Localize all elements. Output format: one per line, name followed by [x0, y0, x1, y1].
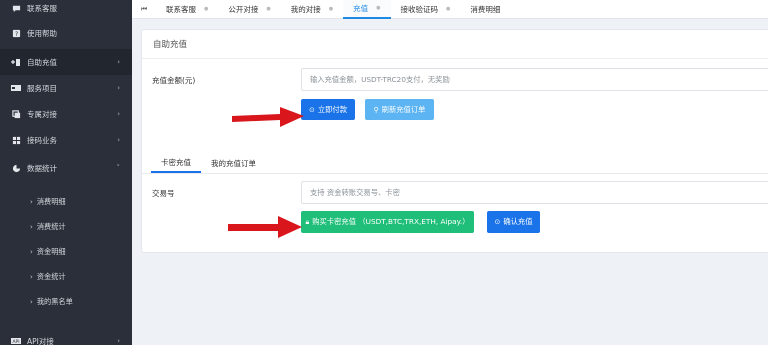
- sidebar-item-recharge[interactable]: 自助充值 ›: [0, 49, 132, 75]
- divider: [142, 173, 768, 174]
- sidebar-item-sms[interactable]: 接码业务 ›: [0, 127, 132, 153]
- refresh-orders-button[interactable]: ⚲ 刷新充值订单: [365, 99, 434, 120]
- sub-tab-label: 卡密充值: [161, 157, 191, 167]
- check-circle-icon: ⊙: [308, 105, 315, 114]
- grid-icon: [11, 135, 21, 145]
- sidebar: 联系客服 ? 使用帮助 自助充值 › 服务项目 › 专属对接 › 接码业务 ›: [0, 0, 132, 345]
- transaction-label: 交易号: [152, 189, 175, 198]
- sidebar-item-api[interactable]: API API对接 ›: [0, 328, 132, 345]
- sidebar-item-services[interactable]: 服务项目 ›: [0, 75, 132, 101]
- amount-input[interactable]: 输入充值金额，USDT-TRC20支付，无奖励: [301, 68, 768, 91]
- tab-label: 我的对接: [290, 4, 321, 14]
- tab-label: 消费明细: [470, 4, 501, 14]
- recharge-icon: [11, 57, 21, 67]
- recharge-sub-tabs: 卡密充值 我的充值订单: [151, 153, 266, 173]
- sub-tab-label: 我的充值订单: [211, 158, 256, 168]
- dot-icon: ●: [204, 6, 209, 12]
- tab-consumption-detail[interactable]: 消费明细: [460, 0, 510, 19]
- pay-now-label: 立即付款: [317, 104, 348, 114]
- red-arrow-icon: [228, 216, 302, 238]
- top-tab-bar: ⏮ 联系客服 ● 公开对接 ● 我的对接 ● 充值 ● 接收验证码 ● 消费明细: [132, 0, 768, 19]
- tab-my-orders[interactable]: 我的充值订单: [201, 153, 266, 173]
- chevron-right-icon: ›: [30, 297, 33, 306]
- sidebar-item-label: 使用帮助: [27, 28, 57, 38]
- stats-icon: [11, 163, 21, 173]
- chevron-right-icon: ›: [117, 136, 120, 144]
- sidebar-item-label: 自助充值: [27, 57, 57, 67]
- dot-icon: ●: [376, 5, 381, 11]
- sidebar-subitem-label: 资金统计: [36, 271, 66, 281]
- tab-receive-code[interactable]: 接收验证码 ●: [391, 0, 461, 19]
- api-icon: API: [11, 336, 21, 345]
- tab-label: 公开对接: [228, 4, 259, 14]
- dot-icon: ●: [266, 6, 271, 12]
- sidebar-item-stats[interactable]: 数据统计 ˅: [0, 153, 132, 183]
- check-circle-icon: ⊙: [494, 218, 501, 226]
- sidebar-subitem-funds-stats[interactable]: › 资金统计: [0, 264, 132, 289]
- sidebar-subitem-consumption-detail[interactable]: › 消费明细: [0, 189, 132, 214]
- chevron-right-icon: ›: [30, 197, 33, 206]
- chevron-right-icon: ›: [30, 272, 33, 281]
- sidebar-item-dedicated[interactable]: 专属对接 ›: [0, 101, 132, 127]
- tab-label: 充值: [353, 3, 369, 13]
- pay-now-button[interactable]: ⊙ 立即付款: [301, 99, 355, 120]
- confirm-recharge-button[interactable]: ⊙ 确认充值: [487, 211, 540, 233]
- panel-title: 自助充值: [142, 30, 768, 59]
- svg-text:?: ?: [14, 31, 17, 38]
- tab-card-recharge[interactable]: 卡密充值: [151, 153, 201, 173]
- card-icon: [11, 83, 21, 93]
- lock-icon: 🔒︎: [305, 217, 310, 226]
- chevron-right-icon: ›: [117, 58, 120, 66]
- tab-recharge[interactable]: 充值 ●: [343, 0, 391, 19]
- link-icon: [11, 109, 21, 119]
- sidebar-item-help[interactable]: ? 使用帮助: [0, 17, 132, 49]
- help-icon: ?: [11, 28, 21, 38]
- buy-card-button[interactable]: 🔒︎ 购买卡密充值 （USDT,BTC,TRX,ETH, Aipay.）: [301, 211, 474, 233]
- sidebar-item-label: 接码业务: [27, 135, 57, 145]
- tab-public-docking[interactable]: 公开对接 ●: [218, 0, 280, 19]
- sidebar-subitem-blacklist[interactable]: › 我的黑名单: [0, 289, 132, 314]
- dot-icon: ●: [328, 6, 334, 12]
- sidebar-subitem-label: 消费统计: [36, 221, 66, 231]
- sidebar-item-label: 服务项目: [27, 83, 57, 93]
- search-icon: ⚲: [373, 105, 379, 114]
- chevron-right-icon: ›: [30, 247, 33, 256]
- chevron-right-icon: ›: [30, 222, 33, 231]
- svg-text:API: API: [12, 339, 19, 345]
- chevron-right-icon: ›: [117, 84, 120, 92]
- chat-icon: [11, 4, 21, 14]
- confirm-recharge-label: 确认充值: [503, 217, 533, 226]
- sidebar-subitem-consumption-stats[interactable]: › 消费统计: [0, 214, 132, 239]
- tab-label: 联系客服: [166, 4, 196, 14]
- sidebar-subitem-label: 资金明细: [36, 246, 66, 256]
- tab-contact[interactable]: 联系客服 ●: [156, 0, 218, 19]
- sidebar-item-label: 联系客服: [27, 4, 57, 13]
- transaction-input[interactable]: 支持 资金转账交易号、卡密: [301, 181, 768, 204]
- refresh-orders-label: 刷新充值订单: [381, 104, 426, 114]
- collapse-sidebar-icon[interactable]: ⏮: [132, 0, 156, 19]
- tab-label: 接收验证码: [400, 4, 439, 14]
- chevron-right-icon: ›: [117, 337, 120, 345]
- red-arrow-icon: [232, 107, 304, 127]
- sidebar-item-label: 专属对接: [27, 109, 57, 119]
- sidebar-item-label: 数据统计: [27, 163, 57, 173]
- chevron-right-icon: ›: [117, 110, 120, 118]
- sidebar-subitem-label: 我的黑名单: [36, 296, 73, 306]
- sidebar-item-contact[interactable]: 联系客服: [0, 0, 132, 17]
- sidebar-subitem-funds-detail[interactable]: › 资金明细: [0, 239, 132, 264]
- sidebar-item-label: API对接: [27, 336, 54, 345]
- amount-label: 充值金额(元): [152, 76, 196, 85]
- sidebar-subitem-label: 消费明细: [36, 196, 66, 206]
- dot-icon: ●: [446, 6, 451, 12]
- tab-my-docking[interactable]: 我的对接 ●: [281, 0, 343, 19]
- buy-card-label: 购买卡密充值 （USDT,BTC,TRX,ETH, Aipay.）: [312, 217, 470, 226]
- chevron-down-icon: ˅: [116, 164, 121, 172]
